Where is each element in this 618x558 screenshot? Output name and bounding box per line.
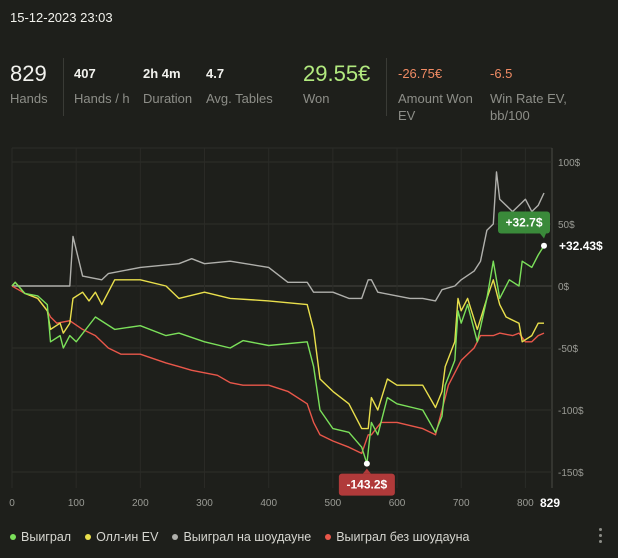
x-tick-label: 500 (325, 498, 342, 509)
hands-per-hour-value: 407 (74, 66, 96, 81)
legend-item-won[interactable]: Выиграл (10, 530, 71, 544)
avg-tables-label: Avg. Tables (206, 91, 273, 106)
divider (63, 58, 64, 116)
x-axis-ticks: 0 100 200 300 400 500 600 700 800 829 (9, 496, 560, 510)
end-value-label: +32.43$ (559, 239, 603, 253)
stat-win-rate-ev: -6.5 Win Rate EV, bb/100 (490, 58, 567, 124)
x-tick-label: 200 (132, 498, 149, 509)
x-tick-label: 100 (68, 498, 85, 509)
y-axis-ticks: 100$ 50$ 0$ -50$ -100$ -150$ (558, 158, 584, 479)
more-options-icon[interactable] (596, 526, 604, 544)
x-tick-label: 700 (453, 498, 470, 509)
stat-amount-won-ev: -26.75€ Amount Won EV (398, 58, 473, 124)
stat-duration: 2h 4m Duration (143, 58, 192, 107)
y-tick-label: -50$ (558, 344, 578, 355)
win-rate-ev-value: -6.5 (490, 66, 513, 81)
session-datetime: 15-12-2023 23:03 (10, 10, 113, 25)
legend-item-non-showdown[interactable]: Выиграл без шоудауна (325, 530, 470, 544)
x-tick-label: 300 (196, 498, 213, 509)
legend-item-allin-ev[interactable]: Олл-ин EV (85, 530, 158, 544)
y-tick-label: 0$ (558, 282, 570, 293)
chart-legend: Выиграл Олл-ин EV Выиграл на шоудауне Вы… (10, 530, 470, 544)
max-badge-pointer (540, 233, 546, 239)
win-rate-ev-label-line1: Win Rate EV, (490, 91, 567, 106)
y-tick-label: -100$ (558, 406, 584, 417)
divider (386, 58, 387, 116)
hands-per-hour-label: Hands / h (74, 91, 130, 106)
max-value-label: +32.7$ (505, 215, 542, 229)
stat-avg-tables: 4.7 Avg. Tables (206, 58, 273, 107)
y-tick-label: 100$ (558, 158, 581, 169)
avg-tables-value: 4.7 (206, 66, 225, 81)
win-rate-ev-label-line2: bb/100 (490, 108, 530, 123)
min-badge-pointer (362, 468, 371, 474)
series-line-allin-ev (11, 279, 544, 430)
x-end-label: 829 (540, 496, 560, 510)
legend-label-showdown: Выиграл на шоудауне (183, 530, 312, 544)
legend-item-showdown[interactable]: Выиграл на шоудауне (172, 530, 311, 544)
min-value-label: -143.2$ (347, 478, 388, 492)
x-tick-label: 800 (517, 498, 534, 509)
hands-value: 829 (10, 61, 47, 86)
legend-dot-non-showdown (325, 534, 332, 540)
series-line-showdown (12, 171, 545, 302)
end-point-marker (541, 242, 547, 249)
chart-lines (11, 171, 545, 465)
x-tick-label: 0 (9, 498, 15, 509)
x-tick-label: 400 (260, 498, 277, 509)
x-tick-label: 600 (389, 498, 406, 509)
stats-bar: 829 Hands 407 Hands / h 2h 4m Duration 4… (0, 58, 618, 128)
legend-label-won: Выиграл (21, 530, 72, 544)
duration-label: Duration (143, 91, 193, 106)
legend-dot-showdown (172, 534, 179, 540)
amount-won-ev-value: -26.75€ (398, 66, 443, 81)
legend-dot-allin-ev (85, 534, 92, 540)
legend-dot-won (10, 534, 16, 540)
won-value: 29.55€ (303, 61, 371, 86)
hands-label: Hands (10, 91, 48, 106)
amount-won-ev-label-line1: Amount Won (398, 91, 473, 106)
amount-won-ev-label-line2: EV (398, 108, 416, 123)
min-point-marker (363, 460, 370, 467)
duration-value: 2h 4m (143, 66, 181, 81)
legend-label-allin-ev: Олл-ин EV (96, 530, 159, 544)
profit-chart: 100$ 50$ 0$ -50$ -100$ -150$ 0 100 200 300 400 500… (9, 147, 603, 510)
menu-dot (598, 527, 602, 531)
menu-dot (598, 533, 602, 537)
legend-label-non-showdown: Выиграл без шоудауна (336, 530, 470, 544)
stat-hands-per-hour: 407 Hands / h (74, 58, 130, 107)
won-label: Won (303, 91, 330, 106)
y-tick-label: 50$ (558, 220, 575, 231)
series-line-non-showdown (11, 285, 545, 455)
menu-dot (598, 539, 602, 543)
stat-hands: 829 Hands (10, 58, 48, 107)
y-tick-label: -150$ (558, 468, 584, 479)
stat-won: 29.55€ Won (303, 58, 370, 107)
